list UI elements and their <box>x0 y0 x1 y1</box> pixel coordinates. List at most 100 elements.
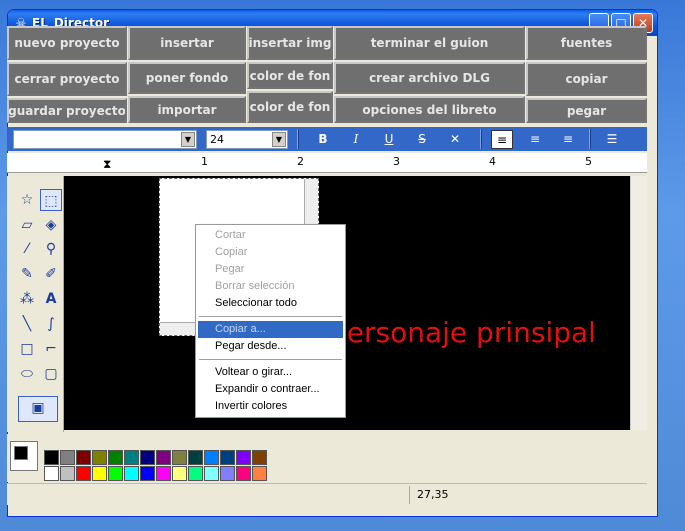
text-tool-icon[interactable]: A <box>40 288 62 310</box>
menu-item-invertir[interactable]: Invertir colores <box>198 398 343 415</box>
color-fondo-button-2[interactable]: color de fon <box>247 91 333 123</box>
color-swatch[interactable] <box>76 450 91 465</box>
curve-tool-icon[interactable]: ∫ <box>40 313 62 335</box>
color-swatch[interactable] <box>220 466 235 481</box>
ruler-mark: 3 <box>393 155 400 168</box>
align-left-button[interactable]: ≡ <box>491 130 513 149</box>
align-right-button[interactable]: ≡ <box>557 130 579 149</box>
rect-select-icon[interactable]: ⬚ <box>40 189 62 211</box>
color-swatch[interactable] <box>44 466 59 481</box>
menu-item-voltear[interactable]: Voltear o girar... <box>198 364 343 381</box>
polygon-tool-icon[interactable]: ⌐ <box>40 338 62 360</box>
pegar-button[interactable]: pegar <box>526 98 647 123</box>
bullet-list-icon[interactable]: ☰ <box>601 130 623 149</box>
menu-item-borrar-seleccion[interactable]: Borrar selección <box>198 278 343 295</box>
font-name-select[interactable]: ▼ <box>13 130 197 149</box>
color-swatch[interactable] <box>124 450 139 465</box>
menu-item-copiar-a[interactable]: Copiar a... <box>198 321 343 338</box>
selection-option-icon[interactable]: ▣ <box>18 396 58 422</box>
cerrar-proyecto-button[interactable]: cerrar proyecto <box>7 62 127 96</box>
clear-format-button[interactable]: ✕ <box>444 130 466 149</box>
color-swatch[interactable] <box>60 466 75 481</box>
bold-button[interactable]: B <box>312 130 334 149</box>
menu-item-seleccionar-todo[interactable]: Seleccionar todo <box>198 295 343 312</box>
nuevo-proyecto-button[interactable]: nuevo proyecto <box>7 26 127 60</box>
opciones-libreto-button[interactable]: opciones del libreto <box>334 96 525 123</box>
color-swatch[interactable] <box>236 466 251 481</box>
color-swatch[interactable] <box>252 450 267 465</box>
color-swatch[interactable] <box>76 466 91 481</box>
importar-button[interactable]: importar <box>128 96 246 123</box>
menu-item-cortar[interactable]: Cortar <box>198 227 343 244</box>
italic-button[interactable]: I <box>345 130 367 149</box>
menu-item-expandir[interactable]: Expandir o contraer... <box>198 381 343 398</box>
guardar-proyecto-button[interactable]: guardar proyecto <box>7 98 127 123</box>
cursor-coordinates: 27,35 <box>417 488 449 501</box>
color-swatch[interactable] <box>92 466 107 481</box>
color-swatch[interactable] <box>156 450 171 465</box>
color-swatch[interactable] <box>124 466 139 481</box>
color-swatch[interactable] <box>188 450 203 465</box>
insertar-button[interactable]: insertar <box>128 26 246 60</box>
free-select-icon[interactable]: ☆ <box>16 189 38 211</box>
color-swatch[interactable] <box>140 450 155 465</box>
color-swatch[interactable] <box>172 466 187 481</box>
chevron-down-icon[interactable]: ▼ <box>181 132 195 147</box>
color-swatch[interactable] <box>204 466 219 481</box>
button-grid: nuevo proyecto insertar insertar img ter… <box>7 26 647 123</box>
underline-button[interactable]: U <box>378 130 400 149</box>
poner-fondo-button[interactable]: poner fondo <box>128 62 246 94</box>
color-swatch[interactable] <box>140 466 155 481</box>
ellipse-tool-icon[interactable]: ⬭ <box>16 363 38 385</box>
ruler-mark: 4 <box>489 155 496 168</box>
menu-item-copiar[interactable]: Copiar <box>198 244 343 261</box>
color-swatch[interactable] <box>108 466 123 481</box>
foreground-color[interactable] <box>14 446 28 460</box>
color-swatch[interactable] <box>236 450 251 465</box>
drawing-canvas[interactable]: personaje prinsipal <box>64 176 630 430</box>
format-toolbar: ▼ 24 ▼ B I U S ✕ ≡ ≡ ≡ ☰ <box>7 127 647 151</box>
terminar-guion-button[interactable]: terminar el guion <box>334 26 525 60</box>
menu-item-pegar-desde[interactable]: Pegar desde... <box>198 338 343 355</box>
menu-separator <box>199 316 342 317</box>
rounded-rect-tool-icon[interactable]: ▢ <box>40 363 62 385</box>
color-swatch[interactable] <box>92 450 107 465</box>
indent-marker[interactable]: ⧗ <box>103 157 111 172</box>
menu-item-pegar[interactable]: Pegar <box>198 261 343 278</box>
pencil-icon[interactable]: ✎ <box>16 263 38 285</box>
ruler-mark: 1 <box>201 155 208 168</box>
status-divider <box>409 486 410 504</box>
eraser-icon[interactable]: ▱ <box>16 214 38 236</box>
color-swatch[interactable] <box>44 450 59 465</box>
ruler: ⧗ 1 2 3 4 5 <box>7 153 647 173</box>
color-picker-icon[interactable]: ⁄ <box>16 238 38 260</box>
insertar-img-button[interactable]: insertar img <box>247 26 333 60</box>
color-swatch[interactable] <box>252 466 267 481</box>
color-swatch[interactable] <box>108 450 123 465</box>
color-swatch[interactable] <box>188 466 203 481</box>
color-swatch[interactable] <box>156 466 171 481</box>
ruler-mark: 2 <box>297 155 304 168</box>
align-center-button[interactable]: ≡ <box>524 130 546 149</box>
crear-dlg-button[interactable]: crear archivo DLG <box>334 62 525 94</box>
fill-bucket-icon[interactable]: ◈ <box>40 214 62 236</box>
chevron-down-icon[interactable]: ▼ <box>272 132 286 147</box>
font-size-select[interactable]: 24 ▼ <box>206 130 288 149</box>
toolbox: ☆ ⬚ ▱ ◈ ⁄ ⚲ ✎ ✐ ⁂ A ╲ ∫ □ ⌐ ⬭ ▢ ▣ <box>7 176 64 432</box>
airbrush-icon[interactable]: ⁂ <box>16 288 38 310</box>
magnifier-icon[interactable]: ⚲ <box>40 238 62 260</box>
strikethrough-button[interactable]: S <box>411 130 433 149</box>
current-colors[interactable] <box>10 441 38 471</box>
canvas-scrollbar[interactable] <box>630 176 647 430</box>
fuentes-button[interactable]: fuentes <box>526 26 647 60</box>
line-tool-icon[interactable]: ╲ <box>16 313 38 335</box>
color-fondo-button-1[interactable]: color de fon <box>247 62 333 89</box>
brush-icon[interactable]: ✐ <box>40 263 62 285</box>
color-swatch[interactable] <box>204 450 219 465</box>
color-swatch[interactable] <box>220 450 235 465</box>
rectangle-tool-icon[interactable]: □ <box>16 338 38 360</box>
color-swatch[interactable] <box>172 450 187 465</box>
status-bar: 27,35 <box>7 483 647 505</box>
copiar-button[interactable]: copiar <box>526 62 647 96</box>
color-swatch[interactable] <box>60 450 75 465</box>
